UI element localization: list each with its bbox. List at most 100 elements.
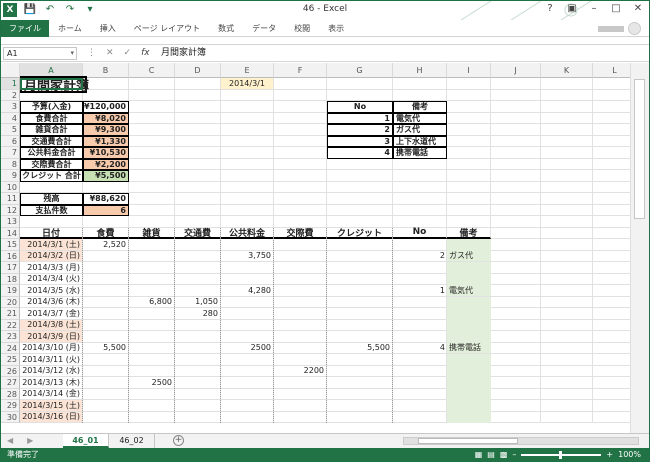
payment-count-label[interactable]: 支払件数 [20,204,83,216]
row-header[interactable]: 27 [1,377,20,389]
grid-cell[interactable] [327,170,393,182]
grid-cell[interactable] [491,377,541,389]
grid-cell[interactable] [129,319,175,331]
tab-1[interactable]: ホーム [49,20,91,37]
grid-cell[interactable] [447,170,491,182]
grid-cell[interactable] [541,365,593,377]
grid-cell[interactable] [393,170,447,182]
grid-cell[interactable] [541,135,593,147]
grid-cell[interactable] [129,388,175,400]
grid-cell[interactable] [129,400,175,412]
notes-note-header[interactable]: 備考 [393,101,447,113]
row-header[interactable]: 11 [1,193,20,205]
grid-cell[interactable] [129,411,175,423]
grid-cell[interactable] [491,239,541,251]
grid-cell[interactable] [541,273,593,285]
page-break-icon[interactable]: ▩ [500,448,508,461]
grid-cell[interactable] [175,147,221,159]
summary-label[interactable]: クレジット 合計 [20,170,83,182]
date-cell[interactable]: 2014/3/6 (木) [20,296,83,308]
zoom-in-icon[interactable]: + [606,448,613,461]
row-header[interactable]: 25 [1,354,20,366]
grid-cell[interactable] [274,354,327,366]
grid-cell[interactable] [541,285,593,297]
row-header[interactable]: 2 [1,89,20,101]
grid-cell[interactable] [129,158,175,170]
grid-cell[interactable] [327,89,393,101]
grid-cell[interactable] [541,262,593,274]
grid-cell[interactable] [175,331,221,343]
date-cell[interactable]: 2014/3/7 (金) [20,308,83,320]
transport-cell[interactable]: 1,050 [175,296,221,308]
grid-cell[interactable] [327,158,393,170]
tab-5[interactable]: データ [243,20,285,37]
grid-cell[interactable] [175,181,221,193]
grid-cell[interactable] [447,193,491,205]
grid-cell[interactable] [327,204,393,216]
grid-cell[interactable] [274,377,327,389]
grid-cell[interactable] [541,239,593,251]
cancel-icon[interactable]: ✕ [106,47,114,60]
grid-cell[interactable] [274,319,327,331]
row-header[interactable]: 19 [1,285,20,297]
grid-cell[interactable] [447,181,491,193]
grid-cell[interactable] [274,101,327,113]
grid-cell[interactable] [274,273,327,285]
grid-cell[interactable] [274,400,327,412]
column-header-G[interactable]: G [327,63,393,78]
scroll-thumb[interactable] [634,79,645,219]
grid-cell[interactable] [327,78,393,90]
grid-cell[interactable] [274,124,327,136]
grid-cell[interactable] [541,354,593,366]
row-header[interactable]: 20 [1,296,20,308]
notes-note[interactable]: 電気代 [393,112,447,124]
food-cell[interactable]: 5,500 [83,342,129,354]
utility-cell[interactable]: 4,280 [221,285,274,297]
grid-cell[interactable] [83,262,129,274]
grid-cell[interactable] [491,204,541,216]
grid-cell[interactable] [491,112,541,124]
user-account[interactable] [598,22,641,35]
social-cell[interactable]: 2200 [274,365,327,377]
row-header[interactable]: 13 [1,216,20,228]
grid-cell[interactable] [129,204,175,216]
row-header[interactable]: 17 [1,262,20,274]
grid-cell[interactable] [541,89,593,101]
table-header[interactable]: 公共料金 [221,227,274,239]
grid-cell[interactable] [129,273,175,285]
note-cell[interactable]: 電気代 [447,285,491,297]
grid-cell[interactable] [221,158,274,170]
grid-cell[interactable] [393,354,447,366]
grid-cell[interactable] [83,89,129,101]
grid-cell[interactable] [541,377,593,389]
name-box[interactable]: A1 ▾ [3,47,77,60]
grid-cell[interactable] [393,273,447,285]
notes-note[interactable]: 携帯電話 [393,147,447,159]
grid-cell[interactable] [83,411,129,423]
sheet-tab-46_02[interactable]: 46_02 [109,434,155,448]
grid-cell[interactable] [541,193,593,205]
hscroll-thumb[interactable] [418,438,518,444]
date-cell[interactable]: 2014/3/2 (日) [20,250,83,262]
tab-7[interactable]: 表示 [319,20,353,37]
notes-no-header[interactable]: No [327,101,393,113]
grid-cell[interactable] [491,170,541,182]
grid-cell[interactable] [175,262,221,274]
row-header[interactable]: 22 [1,319,20,331]
minimize-icon[interactable]: – [583,1,605,17]
row-header[interactable]: 28 [1,388,20,400]
grid-cell[interactable] [393,319,447,331]
grid-cell[interactable] [491,296,541,308]
grid-cell[interactable] [491,388,541,400]
grid-cell[interactable] [327,296,393,308]
row-header[interactable]: 3 [1,101,20,113]
grid-cell[interactable] [221,319,274,331]
grid-cell[interactable] [274,158,327,170]
grid-cell[interactable] [491,147,541,159]
grid-cell[interactable] [129,308,175,320]
date-cell[interactable]: 2014/3/13 (木) [20,377,83,389]
grid-cell[interactable] [491,273,541,285]
grid-cell[interactable] [129,331,175,343]
grid-cell[interactable] [175,158,221,170]
summary-label[interactable]: 雑貨合計 [20,124,83,136]
